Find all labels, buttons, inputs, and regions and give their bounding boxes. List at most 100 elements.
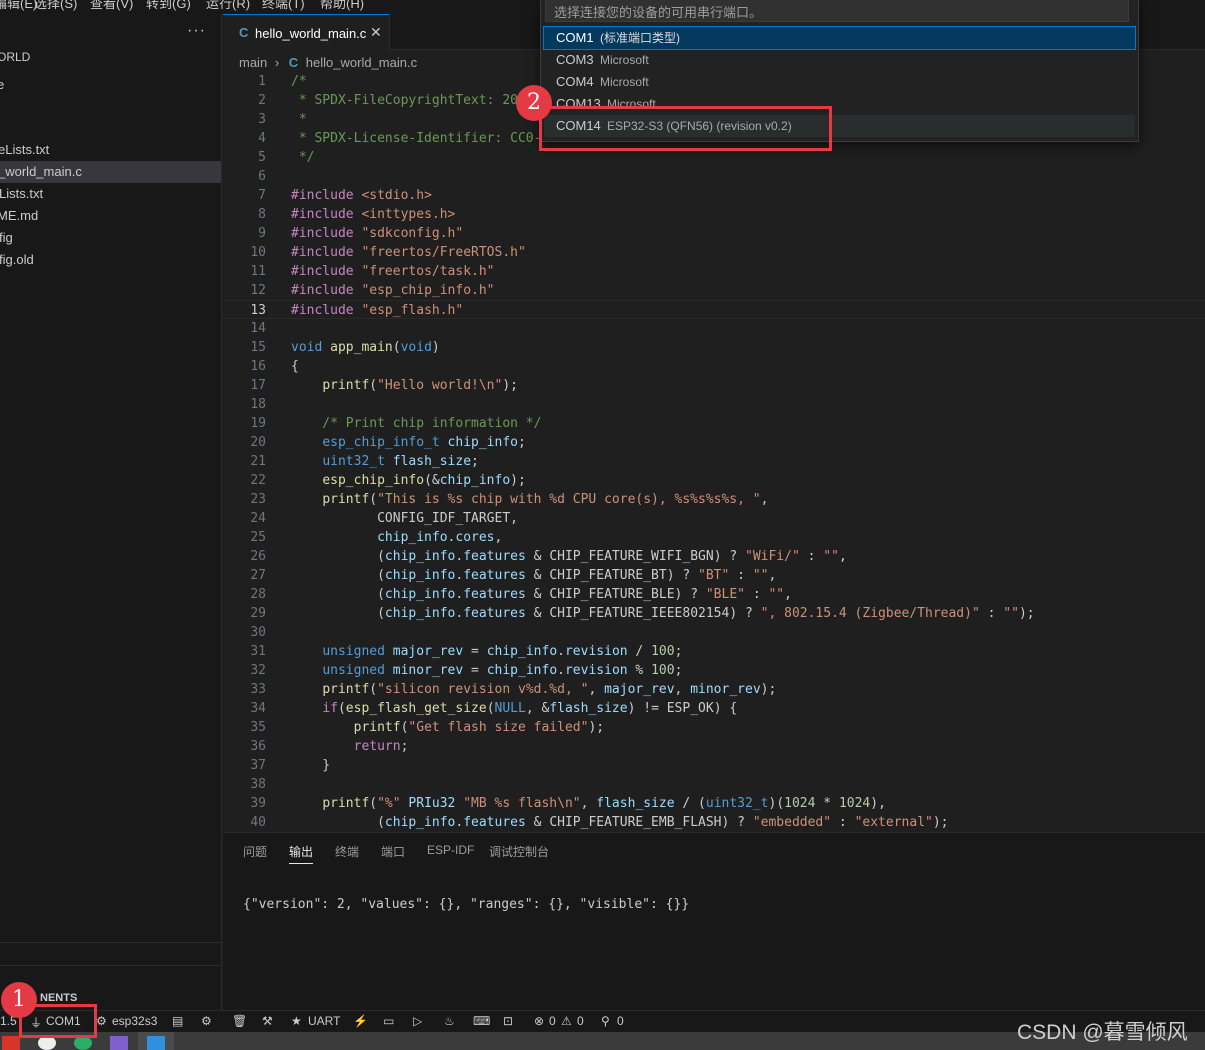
folder-icon[interactable]: ▤ [172, 1014, 183, 1028]
code-line[interactable]: 29 (chip_info.features & CHIP_FEATURE_IE… [223, 604, 1205, 623]
code-line[interactable]: 34 if(esp_flash_get_size(NULL, &flash_si… [223, 699, 1205, 718]
status-flash-method[interactable]: UART [308, 1014, 340, 1028]
run-icon[interactable]: ⊡ [503, 1014, 513, 1028]
menu-view[interactable]: 查看(V) [90, 0, 133, 12]
line-text: (chip_info.features & CHIP_FEATURE_BLE) … [291, 587, 792, 602]
code-line[interactable]: 38 [223, 775, 1205, 794]
code-line[interactable]: 22 esp_chip_info(&chip_info); [223, 471, 1205, 490]
code-line[interactable]: 40 (chip_info.features & CHIP_FEATURE_EM… [223, 813, 1205, 832]
port-description: Microsoft [600, 53, 649, 67]
line-text: (chip_info.features & CHIP_FEATURE_WIFI_… [291, 549, 847, 564]
tab-hello-world-main[interactable]: C hello_world_main.c ✕ [223, 14, 390, 51]
code-editor[interactable]: 1 /* 2 * SPDX-FileCopyrightText: 20 3 * 4 * … [223, 72, 1205, 832]
status-warnings[interactable]: 0 [577, 1014, 584, 1028]
code-line[interactable]: 37 } [223, 756, 1205, 775]
code-line[interactable]: 18 [223, 395, 1205, 414]
breadcrumb-file[interactable]: hello_world_main.c [306, 55, 417, 70]
tree-item[interactable]: eLists.txt [0, 139, 221, 161]
port-option-com3[interactable]: COM3 Microsoft [544, 49, 1135, 71]
tab-problems[interactable]: 问题 [243, 843, 267, 860]
status-ports-count[interactable]: 0 [617, 1014, 624, 1028]
code-line[interactable]: 31 unsigned major_rev = chip_info.revisi… [223, 642, 1205, 661]
monitor-icon[interactable]: ▭ [383, 1014, 394, 1028]
line-number: 22 [250, 473, 266, 488]
debug-icon[interactable]: ▷ [413, 1014, 422, 1028]
status-errors[interactable]: 0 [549, 1014, 556, 1028]
line-number: 8 [258, 207, 266, 222]
code-line[interactable]: 8 #include <inttypes.h> [223, 205, 1205, 224]
code-line[interactable]: 27 (chip_info.features & CHIP_FEATURE_BT… [223, 566, 1205, 585]
code-line[interactable]: 25 chip_info.cores, [223, 528, 1205, 547]
menu-go[interactable]: 转到(G) [146, 0, 191, 12]
tab-output[interactable]: 输出 [289, 843, 314, 864]
line-number: 11 [250, 264, 266, 279]
quick-pick-input[interactable]: 选择连接您的设备的可用串行端口。 [545, 0, 1129, 22]
tree-item-selected[interactable]: _world_main.c [0, 161, 221, 183]
code-line[interactable]: 23 printf("This is %s chip with %d CPU c… [223, 490, 1205, 509]
code-line[interactable]: 24 CONFIG_IDF_TARGET, [223, 509, 1205, 528]
code-line[interactable]: 12 #include "esp_chip_info.h" [223, 281, 1205, 300]
tab-ports[interactable]: 端口 [381, 843, 405, 860]
tree-item[interactable]: ME.md [0, 205, 221, 227]
breadcrumb-folder[interactable]: main [239, 55, 267, 70]
menu-edit[interactable]: 编辑(E) [0, 0, 37, 12]
code-line[interactable]: 11 #include "freertos/task.h" [223, 262, 1205, 281]
line-text: unsigned minor_rev = chip_info.revision … [322, 663, 683, 678]
terminal-icon[interactable]: ⌨ [473, 1014, 490, 1028]
menu-selection[interactable]: 选择(S) [34, 0, 77, 12]
code-line[interactable]: 15 void app_main(void) [223, 338, 1205, 357]
code-line[interactable]: 30 [223, 623, 1205, 642]
code-line[interactable]: 6 [223, 167, 1205, 186]
wechat-icon[interactable] [74, 1036, 92, 1050]
tab-label: hello_world_main.c [255, 26, 367, 41]
code-line[interactable]: 20 esp_chip_info_t chip_info; [223, 433, 1205, 452]
code-line[interactable]: 16 { [223, 357, 1205, 376]
tree-item[interactable]: fig [0, 227, 221, 249]
menu-help[interactable]: 帮助(H) [320, 0, 364, 12]
code-line[interactable]: 9 #include "sdkconfig.h" [223, 224, 1205, 243]
app-icon[interactable] [110, 1036, 128, 1050]
fire-icon[interactable]: ♨ [444, 1014, 455, 1028]
qq-icon[interactable] [38, 1036, 56, 1050]
code-line[interactable]: 36 return; [223, 737, 1205, 756]
gear-icon[interactable]: ⚙ [201, 1014, 212, 1028]
port-option-com4[interactable]: COM4 Microsoft [544, 71, 1135, 93]
code-line[interactable]: 33 printf("silicon revision v%d.%d, ", m… [223, 680, 1205, 699]
code-line[interactable]: 39 printf("%" PRIu32 "MB %s flash\n", fl… [223, 794, 1205, 813]
trash-icon[interactable]: 🗑︎ [232, 1014, 247, 1028]
code-line[interactable]: 35 printf("Get flash size failed"); [223, 718, 1205, 737]
menu-terminal[interactable]: 终端(T) [262, 0, 305, 12]
vscode-icon[interactable] [147, 1036, 165, 1050]
tree-item[interactable]: fig.old [0, 249, 221, 271]
code-line[interactable]: 14 [223, 319, 1205, 338]
line-text: printf("Hello world!\n"); [322, 378, 518, 393]
port-option-com1[interactable]: COM1 (标准端口类型) [543, 26, 1136, 50]
more-actions-icon[interactable]: ··· [187, 22, 206, 40]
status-target[interactable]: esp32s3 [112, 1014, 157, 1028]
line-number: 5 [258, 150, 266, 165]
tree-item[interactable]: Lists.txt [0, 183, 221, 205]
code-line[interactable]: 28 (chip_info.features & CHIP_FEATURE_BL… [223, 585, 1205, 604]
line-text: { [291, 359, 299, 374]
code-line[interactable]: 7 #include <stdio.h> [223, 186, 1205, 205]
code-line[interactable]: 10 #include "freertos/FreeRTOS.h" [223, 243, 1205, 262]
menu-run[interactable]: 运行(R) [206, 0, 250, 12]
wps-icon[interactable] [2, 1036, 20, 1050]
components-section-title[interactable]: NENTS [40, 992, 77, 1004]
line-number: 3 [258, 112, 266, 127]
tab-debug-console[interactable]: 调试控制台 [489, 843, 549, 860]
code-line[interactable]: 19 /* Print chip information */ [223, 414, 1205, 433]
code-line[interactable]: 26 (chip_info.features & CHIP_FEATURE_WI… [223, 547, 1205, 566]
code-line[interactable]: 32 unsigned minor_rev = chip_info.revisi… [223, 661, 1205, 680]
close-icon[interactable]: ✕ [370, 24, 382, 41]
wrench-icon[interactable]: ⚒ [262, 1014, 273, 1028]
code-line[interactable]: 21 uint32_t flash_size; [223, 452, 1205, 471]
line-number: 16 [250, 359, 266, 374]
flash-icon[interactable]: ⚡ [353, 1014, 368, 1028]
tree-item[interactable]: e [0, 74, 221, 96]
tab-terminal[interactable]: 终端 [335, 843, 359, 860]
code-line[interactable]: 17 printf("Hello world!\n"); [223, 376, 1205, 395]
code-line[interactable]: 13 #include "esp_flash.h" [223, 300, 1205, 319]
tab-esp-idf[interactable]: ESP-IDF [427, 843, 474, 857]
line-number: 17 [250, 378, 266, 393]
